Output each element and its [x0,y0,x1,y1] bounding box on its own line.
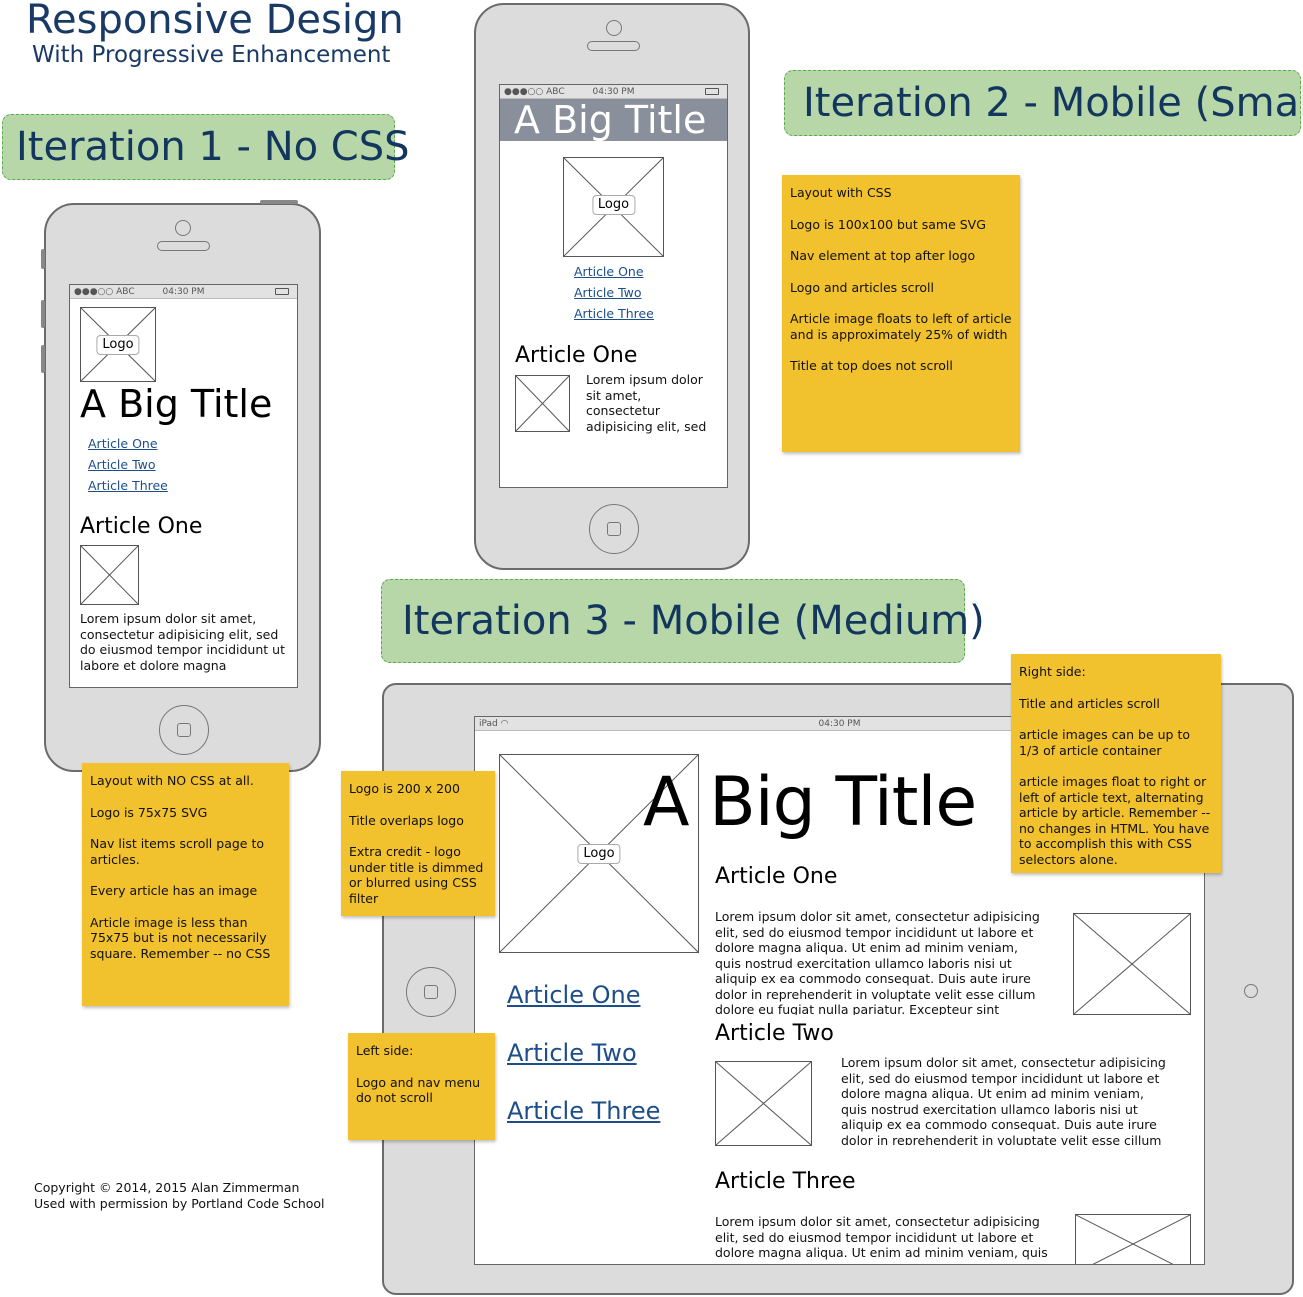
note-line: Article image is less than 75x75 but is … [90,914,271,961]
nav-link-article-one[interactable]: Article One [88,436,158,451]
phone-side-key [41,345,45,373]
iteration-2-label: Iteration 2 - Mobile (Small) [784,70,1303,136]
note-iteration-3-left: Left side: Logo and nav menu do not scro… [348,1033,495,1140]
iteration-1-label: Iteration 1 - No CSS [2,114,410,180]
note-line: Logo and nav menu do not scroll [356,1074,481,1106]
nav-link-article-two[interactable]: Article Two [507,1039,637,1067]
nav-link-article-one[interactable]: Article One [507,981,641,1009]
note-line: Nav list items scroll page to articles. [90,836,264,867]
note-line: Every article has an image [90,883,258,898]
article-image-placeholder [515,375,570,432]
logo-placeholder: Logo [80,307,156,382]
phone-speaker-icon [157,241,210,251]
note-iteration-1: Layout with NO CSS at all. Logo is 75x75… [82,763,289,1006]
note-line: Title at top does not scroll [790,358,953,373]
battery-icon [275,288,289,295]
phone-1-screen: ●●●○○ ABC 04:30 PM Logo A Big Title Arti… [69,284,298,688]
nav-link-article-one[interactable]: Article One [574,264,644,279]
phone-camera-icon [175,220,191,236]
logo-placeholder: Logo [563,157,664,257]
page-title: Responsive Design [26,0,404,43]
article-image-placeholder [715,1061,812,1146]
note-line: Right side: [1019,664,1086,679]
note-line: Logo is 100x100 but same SVG [790,216,986,232]
copyright-block: Copyright © 2014, 2015 Alan Zimmerman Us… [34,1180,325,1211]
battery-icon [705,88,719,95]
note-line: Nav element at top after logo [790,248,976,263]
note-line: Logo is 75x75 SVG [90,804,208,820]
note-line: Logo and articles scroll [790,279,934,295]
permission-line: Used with permission by Portland Code Sc… [34,1195,325,1211]
article-title: Article One [715,864,838,889]
nav-link-article-three[interactable]: Article Three [507,1097,660,1125]
note-line: Layout with NO CSS at all. [90,773,254,788]
note-line: Left side: [356,1043,414,1058]
article-title: Article One [515,343,638,368]
home-square-icon [177,723,191,737]
note-line: Article image floats to left of article … [790,311,1012,342]
home-square-icon [607,522,621,536]
phone-top-key [260,200,298,204]
logo-label: Logo [96,334,140,355]
note-line: Title overlaps logo [349,812,464,828]
note-line: Title and articles scroll [1019,695,1160,711]
article-title: Article Three [715,1169,856,1194]
status-time: 04:30 PM [592,87,635,97]
phone-camera-icon [606,20,622,36]
page-subtitle: With Progressive Enhancement [32,42,391,68]
note-iteration-3-logo: Logo is 200 x 200 Title overlaps logo Ex… [341,771,495,916]
note-line: Extra credit - logo under title is dimme… [349,844,484,906]
article-body: Lorem ipsum dolor sit amet, consectetur … [715,909,1040,1015]
tablet-camera-icon [1244,984,1258,998]
home-square-icon [424,985,438,999]
logo-label: Logo [577,843,621,864]
article-body: Lorem ipsum dolor sit amet, consectetur … [841,1055,1166,1145]
nav-link-article-two[interactable]: Article Two [88,457,156,472]
logo-label: Logo [591,195,636,216]
phone-iteration-2: ●●●○○ ABC 04:30 PM A Big Title Logo Arti… [474,3,750,570]
article-image-placeholder [80,545,139,605]
article-title: Article Two [715,1021,834,1046]
note-iteration-3-right: Right side: Title and articles scroll ar… [1011,654,1221,873]
iteration-3-label: Iteration 3 - Mobile (Medium) [381,579,985,663]
note-line: article images float to right or left of… [1019,774,1211,867]
note-line: Layout with CSS [790,185,892,200]
article-body: Lorem ipsum dolor sit amet, consectetur … [715,1214,1048,1262]
phone-2-screen: ●●●○○ ABC 04:30 PM A Big Title Logo Arti… [499,84,728,488]
nav-link-article-three[interactable]: Article Three [88,478,168,493]
note-line: Logo is 200 x 200 [349,781,460,796]
big-title: A Big Title [643,763,977,842]
article-body: Lorem ipsum dolor sit amet, consectetur … [80,611,285,673]
nav-link-article-three[interactable]: Article Three [574,306,654,321]
note-iteration-2: Layout with CSS Logo is 100x100 but same… [782,175,1020,452]
phone-side-key [41,300,45,328]
nav-link-article-two[interactable]: Article Two [574,285,642,300]
article-title: Article One [80,514,203,539]
copyright-line: Copyright © 2014, 2015 Alan Zimmerman [34,1180,300,1195]
big-title: A Big Title [80,382,273,426]
big-title: A Big Title [514,98,707,142]
phone-side-key [41,249,45,269]
status-bar: ●●●○○ ABC 04:30 PM [500,85,727,99]
title-bar: A Big Title [500,98,727,142]
note-line: article images can be up to 1/3 of artic… [1019,727,1191,758]
phone-speaker-icon [587,41,640,51]
article-image-placeholder [1073,913,1191,1015]
status-bar: ●●●○○ ABC 04:30 PM [70,285,297,299]
status-time: 04:30 PM [162,287,205,297]
article-image-placeholder [1075,1214,1191,1264]
phone-iteration-1: ●●●○○ ABC 04:30 PM Logo A Big Title Arti… [41,200,321,772]
article-body: Lorem ipsum dolor sit amet, consectetur … [586,372,707,434]
